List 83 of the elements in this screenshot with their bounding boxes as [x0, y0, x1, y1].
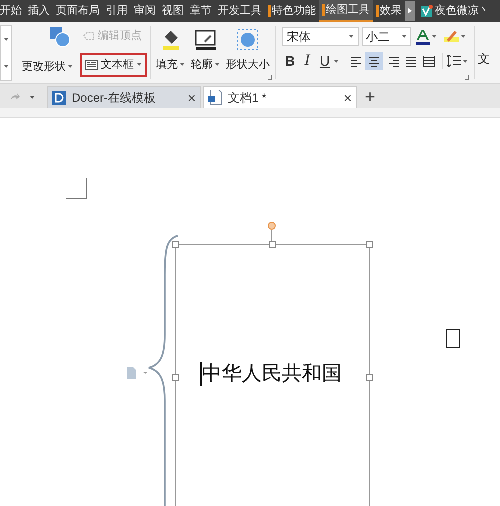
format-button[interactable]: I	[299, 52, 316, 70]
menu-tab[interactable]: 审阅	[131, 0, 159, 22]
highlighter-icon	[444, 29, 459, 44]
text-box-button[interactable]: 文本框	[80, 52, 147, 77]
layout-options-icon[interactable]	[126, 367, 150, 379]
document-icon	[208, 90, 222, 105]
document-tab[interactable]: 文档1 * ×	[203, 86, 357, 108]
menu-tab[interactable]: 绘图工具	[319, 0, 373, 22]
text-cursor-icon	[200, 362, 202, 386]
align-icon	[350, 56, 362, 66]
caret-icon	[402, 35, 407, 38]
shapes-icon	[49, 26, 71, 48]
launcher-icon[interactable]	[464, 75, 470, 81]
close-tab-button[interactable]: ×	[188, 90, 196, 104]
resize-handle[interactable]	[172, 241, 179, 248]
format-button[interactable]: B	[282, 52, 298, 70]
accent-bar-icon	[322, 4, 325, 16]
chevron-right-icon	[408, 8, 412, 14]
outline-icon	[194, 28, 216, 50]
align-icon	[423, 56, 436, 66]
font-color-icon	[416, 28, 430, 44]
font-size-select[interactable]: 小二	[362, 27, 411, 46]
caret-icon	[68, 65, 73, 68]
accent-bar-icon	[268, 5, 271, 17]
text-box-icon	[85, 60, 98, 70]
outline-button[interactable]: 轮廓	[191, 28, 220, 73]
font-select[interactable]: 宋体	[282, 27, 360, 46]
tab-title: Docer-在线模板	[72, 90, 156, 106]
menu-tab[interactable]: 插入	[25, 0, 53, 22]
spinner-control[interactable]	[0, 25, 12, 81]
caret-icon	[4, 38, 8, 41]
line-spacing-button[interactable]	[446, 55, 468, 67]
font-color-button[interactable]	[414, 28, 439, 44]
caret-icon	[349, 35, 354, 38]
caret-icon	[180, 63, 185, 66]
caret-icon	[334, 60, 340, 62]
align-icon	[368, 56, 380, 66]
docer-icon	[52, 90, 66, 104]
rotate-handle-icon[interactable]	[266, 221, 278, 241]
menu-tab[interactable]: 引用	[103, 0, 131, 22]
close-tab-button[interactable]: ×	[344, 90, 352, 104]
caret-icon	[4, 65, 8, 68]
resize-handle[interactable]	[269, 241, 276, 248]
vertex-icon	[83, 32, 95, 41]
shape-size-icon	[237, 28, 259, 50]
format-button[interactable]: U	[316, 52, 334, 70]
new-tab-button[interactable]: +	[359, 86, 382, 108]
tab-title: 文档1 *	[228, 90, 267, 106]
menu-tab[interactable]: 视图	[159, 0, 187, 22]
scroll-right-button[interactable]	[405, 1, 415, 21]
user-name[interactable]: 夜色微凉丶	[435, 2, 490, 20]
missing-glyph-icon	[446, 329, 460, 348]
corner-mark-icon	[66, 178, 88, 200]
menu-tab[interactable]: 开始	[0, 0, 25, 22]
resize-handle[interactable]	[366, 374, 373, 381]
caret-icon	[461, 35, 466, 38]
align-button[interactable]	[365, 52, 383, 70]
menu-tab[interactable]: 开发工具	[215, 0, 265, 22]
menu-tab[interactable]: 页面布局	[53, 0, 103, 22]
caret-icon	[30, 96, 35, 98]
resize-handle[interactable]	[172, 374, 179, 381]
document-tab[interactable]: Docer-在线模板 ×	[47, 86, 201, 108]
accent-bar-icon	[376, 5, 379, 17]
menu-tab[interactable]: 特色功能	[265, 0, 319, 22]
caret-icon	[462, 60, 468, 62]
line-spacing-icon	[446, 55, 461, 67]
caret-icon	[432, 35, 437, 38]
paint-bucket-icon	[160, 28, 180, 50]
align-icon	[404, 56, 417, 66]
text-box-text: 中华人民共和国	[202, 362, 342, 387]
menu-tab[interactable]: 章节	[187, 0, 215, 22]
caret-icon	[137, 63, 142, 66]
fill-button[interactable]: 填充	[156, 28, 185, 73]
launcher-icon[interactable]	[267, 75, 273, 81]
redo-icon[interactable]	[10, 93, 20, 101]
ribbon-label[interactable]: 文	[478, 52, 490, 66]
shape-size-button[interactable]: 形状大小	[226, 28, 270, 73]
resize-handle[interactable]	[366, 241, 373, 248]
change-shape-button[interactable]: 更改形状	[22, 58, 73, 75]
align-icon	[386, 56, 399, 66]
logo-icon	[421, 4, 433, 18]
menu-tab[interactable]: 效果	[373, 0, 405, 22]
caret-icon	[215, 63, 220, 66]
